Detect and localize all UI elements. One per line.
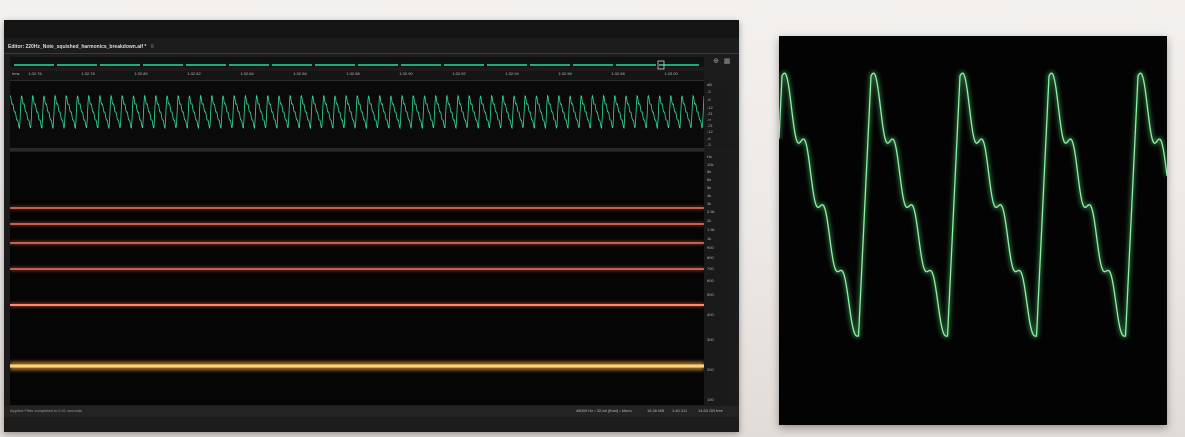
db-label: dB [707,82,712,87]
db-label: -3 [707,89,711,94]
time-ruler[interactable]: hms 1:32.76 1:32.78 1:32.80 1:32.82 1:32… [10,71,704,81]
amplitude-scale: dB -3 -6 -12 -21 -∞ -21 -12 -6 -3 [704,81,735,148]
waveform-display[interactable] [9,81,705,148]
time-tick: 1:32.78 [81,71,95,76]
freq-label: 400 [707,312,714,317]
time-tick: 1:32.86 [293,71,307,76]
editor-tab-title: Editor: 220Hz_Note_squished_harmonics_br… [8,44,147,50]
tab-menu-icon[interactable]: ≡ [150,44,154,50]
freq-label: 2k [707,218,712,223]
status-format: 48000 Hz • 32-bit (float) • Mono [576,408,632,413]
freq-label: 500 [707,292,714,297]
freq-label: 1k [707,236,712,241]
time-unit-label: hms [12,71,20,76]
freq-label: 10k [707,162,714,167]
freq-label: 300 [707,337,714,342]
grid-icon[interactable]: ▦ [722,57,732,67]
freq-label: 600 [707,278,714,283]
harmonic-4-line [10,242,704,244]
waveform-trace [9,94,705,130]
freq-label: 100 [707,397,714,402]
freq-label: 1.5k [707,227,715,232]
harmonic-2-line [10,304,704,306]
time-tick: 1:33.00 [664,71,678,76]
time-tick: 1:32.88 [346,71,360,76]
frequency-scale: Hz 10k 8k 6k 5k 4k 3k 2.5k 2k 1.5k 1k 90… [704,152,735,405]
db-label: -21 [707,111,713,116]
freq-label: 5k [707,185,712,190]
db-label: -3 [707,142,711,147]
db-label: -21 [707,123,713,128]
zoom-icon[interactable]: ⊕ [711,57,721,67]
time-tick: 1:32.98 [611,71,625,76]
db-label: -6 [707,136,711,141]
harmonic-3-line [10,268,704,270]
spectral-frequency-display[interactable] [10,152,704,405]
oscilloscope-display [777,36,1169,425]
harmonic-5-line [10,223,704,225]
scope-trace-glow [777,71,1169,339]
freq-label: 700 [707,266,714,271]
overview-waveform [14,60,700,70]
freq-label: 8k [707,169,712,174]
db-label: -6 [707,97,711,102]
freq-label: 2.5k [707,209,715,214]
fundamental-line [10,364,704,368]
time-tick: 1:32.76 [28,71,42,76]
db-label: -12 [707,105,713,110]
time-tick: 1:32.80 [134,71,148,76]
db-label: -∞ [707,117,712,122]
panel-resize-handle[interactable] [10,148,704,151]
status-free-space: 14.63 GB free [698,408,723,413]
status-bar: Applied Filter completed in 0.01 seconds… [4,406,739,417]
freq-label: 3k [707,201,712,206]
status-file-size: 18.38 MB [647,408,665,413]
status-duration: 1:40.311 [672,408,688,413]
freq-label: 4k [707,193,712,198]
tab-divider [4,53,739,54]
time-tick: 1:32.90 [399,71,413,76]
db-label: -12 [707,129,713,134]
freq-label: 800 [707,255,714,260]
editor-tab[interactable]: Editor: 220Hz_Note_squished_harmonics_br… [8,41,154,53]
audio-editor-window: Editor: 220Hz_Note_squished_harmonics_br… [4,20,739,432]
freq-label: Hz [707,154,712,159]
time-tick: 1:32.96 [558,71,572,76]
time-tick: 1:32.84 [240,71,254,76]
time-tick: 1:32.92 [452,71,466,76]
scope-trace [778,72,1168,337]
waveform-svg [9,94,705,130]
freq-label: 6k [707,177,712,182]
freq-label: 900 [707,245,714,250]
time-tick: 1:32.82 [187,71,201,76]
harmonic-6-line [10,207,704,209]
spectrogram-svg [10,206,704,371]
window-title-strip [4,20,739,38]
oscilloscope-trace-svg [777,71,1169,339]
time-tick: 1:32.94 [505,71,519,76]
zoom-overview-bar[interactable] [10,57,704,70]
status-message: Applied Filter completed in 0.01 seconds [10,408,83,413]
freq-label: 200 [707,367,714,372]
